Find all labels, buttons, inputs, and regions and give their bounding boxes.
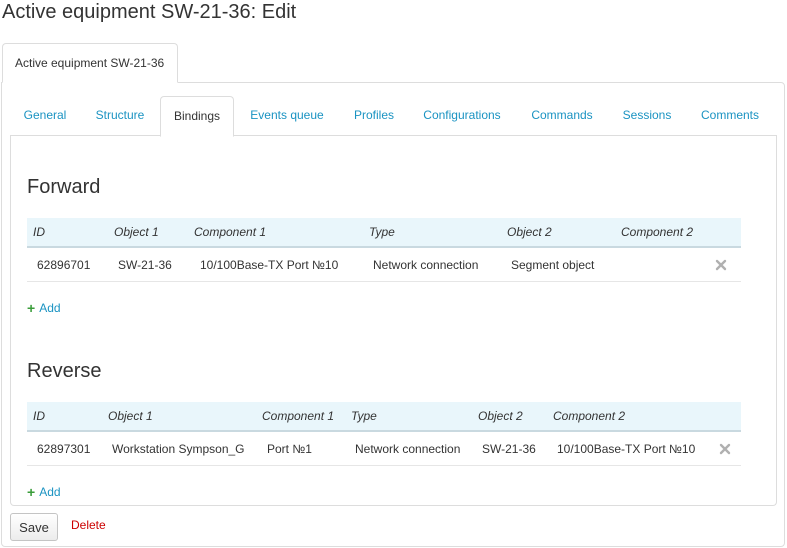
col-type[interactable]: Type	[369, 218, 395, 246]
page-title: Active equipment SW-21-36: Edit	[2, 1, 297, 23]
cell-id: 62897301	[37, 442, 91, 456]
tab-commands[interactable]: Commands	[524, 96, 600, 136]
save-button[interactable]: Save	[10, 513, 58, 541]
col-type[interactable]: Type	[351, 402, 377, 430]
plus-icon: +	[27, 484, 36, 500]
outer-tab-equipment[interactable]: Active equipment SW-21-36	[2, 43, 178, 83]
col-id[interactable]: ID	[33, 402, 45, 430]
cell-type: Network connection	[373, 258, 479, 272]
col-object-1[interactable]: Object 1	[108, 402, 153, 430]
tab-events-queue[interactable]: Events queue	[242, 96, 332, 136]
cell-component-1: 10/100Base-TX Port №10	[200, 258, 339, 272]
reverse-title: Reverse	[27, 360, 102, 382]
reverse-grid-header: ID Object 1 Component 1 Type Object 2 Co…	[27, 402, 741, 432]
cell-object-1: SW-21-36	[118, 258, 172, 272]
tab-structure[interactable]: Structure	[86, 96, 154, 136]
cell-object-1: Workstation Sympson_G	[112, 442, 245, 456]
col-component-2[interactable]: Component 2	[621, 218, 693, 246]
forward-grid-header: ID Object 1 Component 1 Type Object 2 Co…	[27, 218, 741, 248]
reverse-add-link[interactable]: + Add	[27, 484, 61, 500]
cell-type: Network connection	[355, 442, 461, 456]
tab-bindings[interactable]: Bindings	[160, 96, 234, 137]
tab-bar: General Structure Bindings Events queue …	[10, 96, 776, 137]
delete-link[interactable]: Delete	[71, 518, 106, 532]
col-object-2[interactable]: Object 2	[478, 402, 523, 430]
close-x-icon[interactable]	[715, 259, 727, 271]
tab-profiles[interactable]: Profiles	[344, 96, 404, 136]
forward-add-label: Add	[39, 301, 61, 315]
cell-id: 62896701	[37, 258, 91, 272]
table-row[interactable]: 62897301 Workstation Sympson_G Port №1 N…	[27, 433, 741, 466]
cell-component-1: Port №1	[267, 442, 312, 456]
col-object-2[interactable]: Object 2	[507, 218, 552, 246]
tab-sessions[interactable]: Sessions	[614, 96, 680, 136]
close-x-icon[interactable]	[719, 443, 731, 455]
forward-add-link[interactable]: + Add	[27, 300, 61, 316]
tab-configurations[interactable]: Configurations	[416, 96, 508, 136]
table-row[interactable]: 62896701 SW-21-36 10/100Base-TX Port №10…	[27, 249, 741, 282]
plus-icon: +	[27, 300, 36, 316]
reverse-add-label: Add	[39, 485, 61, 499]
col-id[interactable]: ID	[33, 218, 45, 246]
col-component-1[interactable]: Component 1	[262, 402, 334, 430]
col-component-1[interactable]: Component 1	[194, 218, 266, 246]
forward-title: Forward	[27, 176, 101, 198]
col-component-2[interactable]: Component 2	[553, 402, 625, 430]
tab-comments[interactable]: Comments	[694, 96, 766, 136]
col-object-1[interactable]: Object 1	[114, 218, 159, 246]
cell-component-2: 10/100Base-TX Port №10	[557, 442, 696, 456]
tab-general[interactable]: General	[12, 96, 78, 136]
cell-object-2: Segment object	[511, 258, 595, 272]
cell-object-2: SW-21-36	[482, 442, 536, 456]
